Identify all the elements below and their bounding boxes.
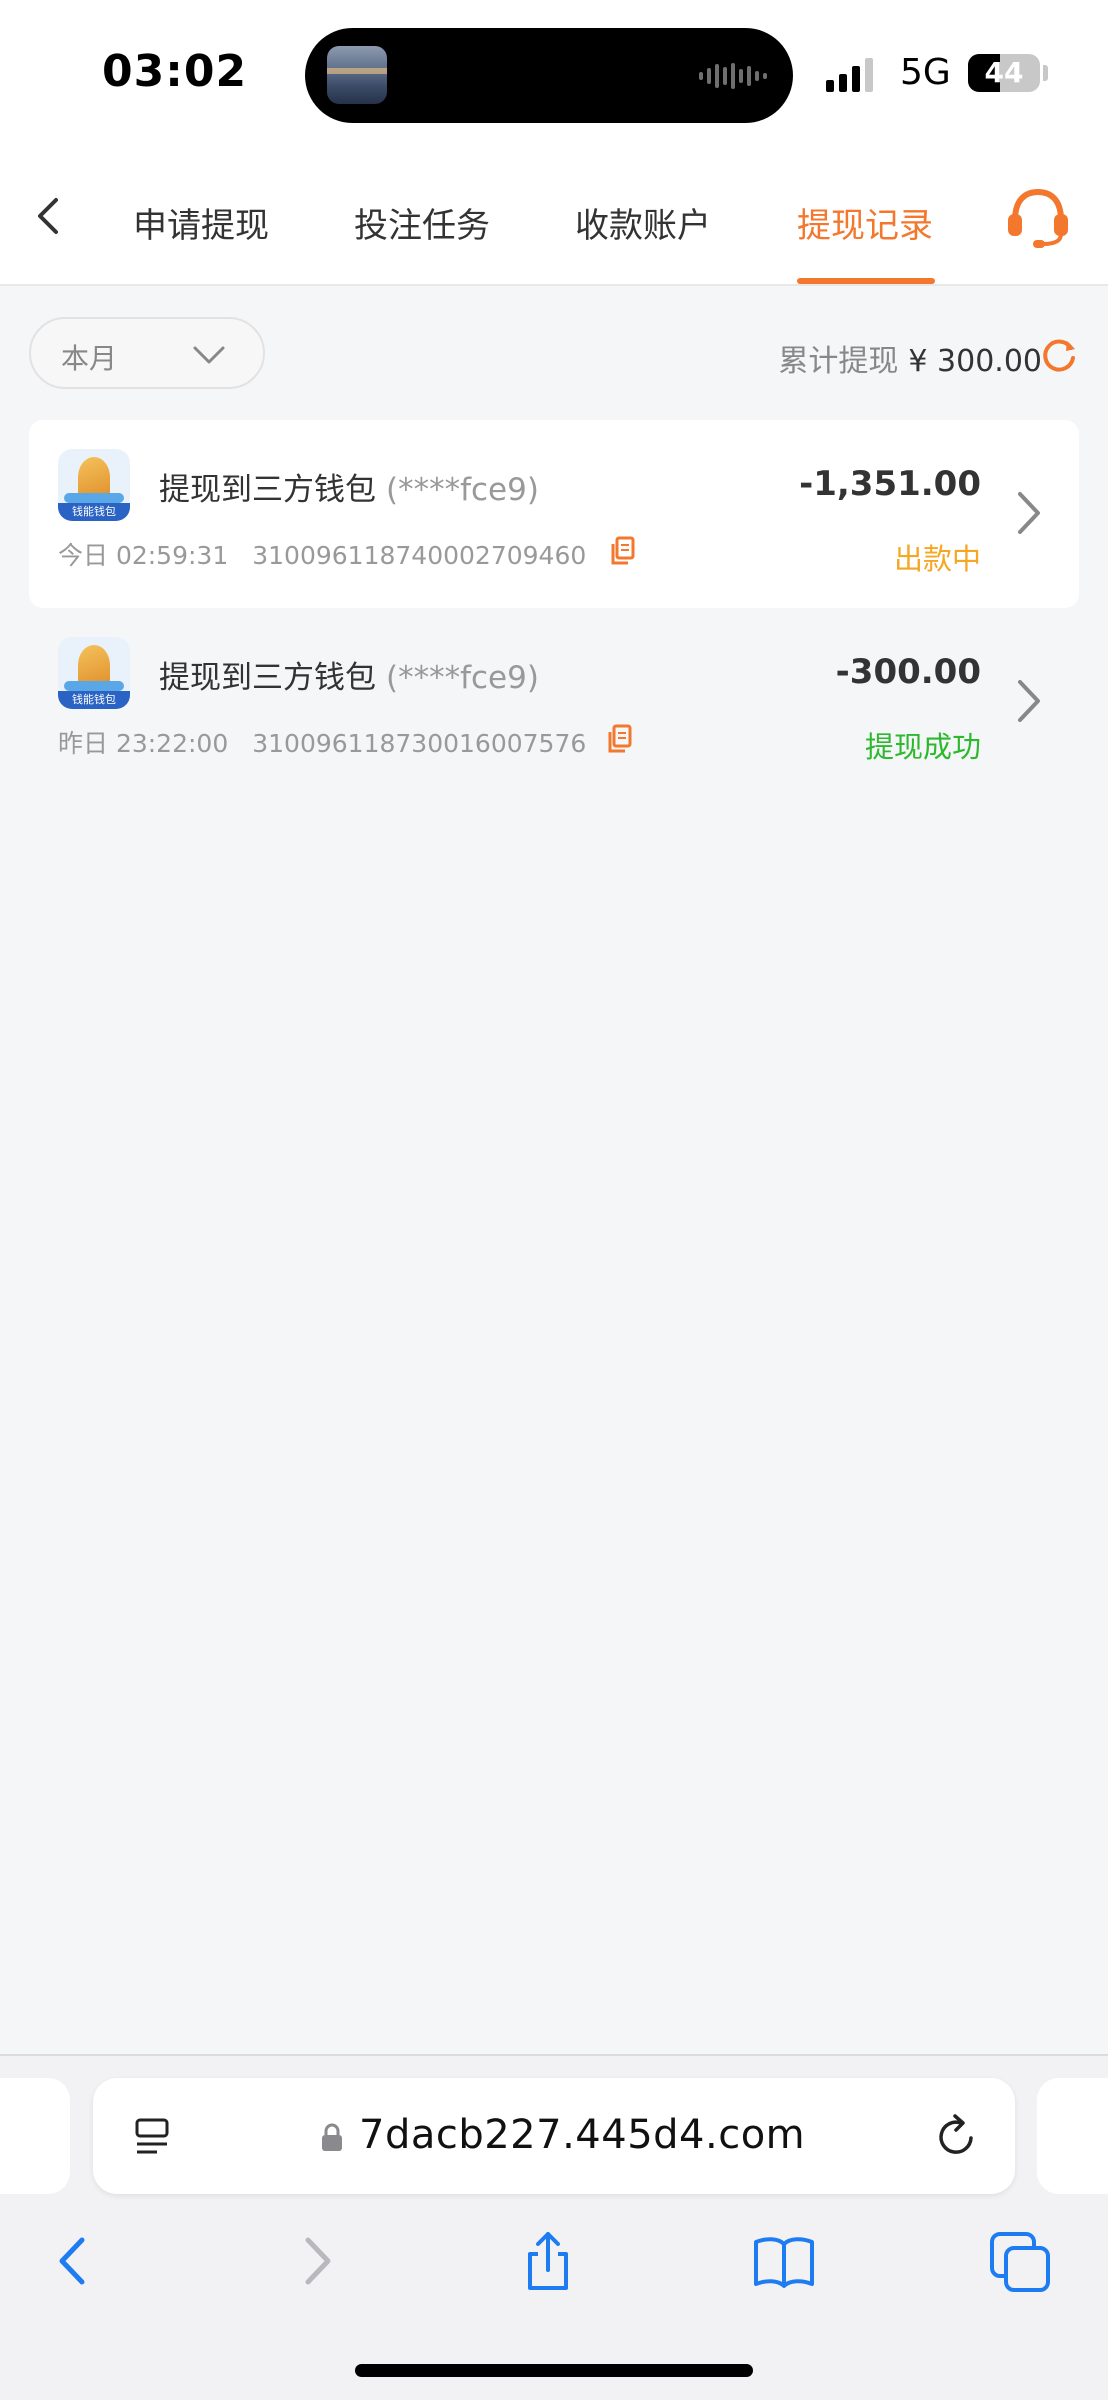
- record-status: 提现成功: [864, 730, 981, 764]
- audio-waveform-icon: [699, 62, 767, 90]
- headset-icon: [1008, 188, 1068, 248]
- record-method: 提现到三方钱包: [159, 472, 376, 508]
- record-time: 今日 02:59:31: [58, 541, 229, 570]
- logo-sail: [78, 457, 110, 497]
- chevron-right-icon: [1018, 680, 1040, 722]
- page-menu-icon[interactable]: [133, 2114, 175, 2160]
- status-time: 03:02: [102, 46, 248, 97]
- wallet-logo: 钱能钱包: [58, 637, 130, 709]
- month-filter-dropdown[interactable]: 本月: [29, 317, 265, 389]
- record-account: (****fce9): [386, 472, 539, 508]
- record-status: 出款中: [893, 542, 981, 576]
- tabs-icon[interactable]: [988, 2228, 1052, 2294]
- tab-betting-tasks[interactable]: 投注任务: [354, 198, 490, 247]
- chevron-left-icon: [38, 198, 58, 234]
- url-text: 7dacb227.445d4.com: [359, 2112, 806, 2158]
- back-icon[interactable]: [42, 2228, 106, 2294]
- back-button[interactable]: [28, 194, 68, 238]
- battery-icon: 44: [968, 54, 1040, 92]
- logo-text: 钱能钱包: [72, 693, 116, 706]
- record-meta: 昨日 23:22:00 310096118730016007576: [58, 724, 586, 760]
- cellular-signal-icon: [826, 58, 873, 92]
- record-order-number: 310096118730016007576: [252, 729, 587, 758]
- address-bar[interactable]: 7dacb227.445d4.com: [93, 2078, 1015, 2194]
- next-tab-preview[interactable]: [1037, 2078, 1108, 2194]
- reload-icon[interactable]: [935, 2112, 979, 2160]
- home-indicator[interactable]: [355, 2364, 753, 2377]
- record-title: 提现到三方钱包 (****fce9): [159, 652, 539, 697]
- copy-icon[interactable]: [610, 536, 636, 566]
- withdraw-record[interactable]: 钱能钱包 提现到三方钱包 (****fce9) 昨日 23:22:00 310096…: [29, 608, 1079, 796]
- record-time: 昨日 23:22:00: [58, 729, 229, 758]
- battery-level: 44: [984, 56, 1024, 89]
- logo-text: 钱能钱包: [72, 505, 116, 518]
- logo-wave: [64, 681, 124, 691]
- chevron-down-icon: [193, 346, 225, 364]
- record-title: 提现到三方钱包 (****fce9): [159, 464, 539, 509]
- tab-apply-withdraw[interactable]: 申请提现: [133, 198, 269, 247]
- browser-toolbar: 7dacb227.445d4.com: [0, 2054, 1108, 2400]
- forward-icon[interactable]: [284, 2228, 348, 2294]
- record-amount: -1,351.00: [799, 464, 981, 504]
- record-account: (****fce9): [386, 660, 539, 696]
- logo-wave: [64, 493, 124, 503]
- record-order-number: 31009611874000270946​0: [252, 541, 587, 570]
- chevron-right-icon: [1018, 492, 1040, 534]
- record-method: 提现到三方钱包: [159, 660, 376, 696]
- filter-selected-value: 本月: [61, 342, 118, 375]
- withdraw-total-amount: ¥ 300.00: [908, 344, 1042, 379]
- top-nav: 申请提现 投注任务 收款账户 提现记录: [0, 150, 1108, 286]
- now-playing-artwork: [327, 46, 387, 104]
- dynamic-island[interactable]: [305, 28, 793, 123]
- wallet-logo: 钱能钱包: [58, 449, 130, 521]
- network-type: 5G: [900, 52, 951, 93]
- tab-payee-accounts[interactable]: 收款账户: [575, 198, 711, 247]
- tab-withdraw-records[interactable]: 提现记录: [797, 198, 933, 247]
- record-meta: 今日 02:59:31 31009611874000270946​0: [58, 536, 586, 572]
- status-bar: 03:02 5G 44: [0, 0, 1108, 150]
- previous-tab-preview[interactable]: [0, 2078, 70, 2194]
- record-amount: -300.00: [835, 652, 981, 692]
- withdraw-total-label: 累计提现: [778, 344, 899, 379]
- share-icon[interactable]: [516, 2228, 580, 2294]
- copy-icon[interactable]: [607, 724, 633, 754]
- customer-service-button[interactable]: [1003, 186, 1073, 250]
- bookmarks-icon[interactable]: [752, 2228, 816, 2294]
- withdraw-record[interactable]: 钱能钱包 提现到三方钱包 (****fce9) 今日 02:59:31 310096…: [29, 420, 1079, 608]
- withdraw-total: 累计提现 ¥ 300.00: [778, 336, 1042, 380]
- logo-sail: [78, 645, 110, 685]
- refresh-icon[interactable]: [1040, 336, 1078, 374]
- battery-tip: [1043, 65, 1048, 81]
- lock-icon: [322, 2123, 342, 2151]
- active-tab-indicator: [797, 278, 935, 284]
